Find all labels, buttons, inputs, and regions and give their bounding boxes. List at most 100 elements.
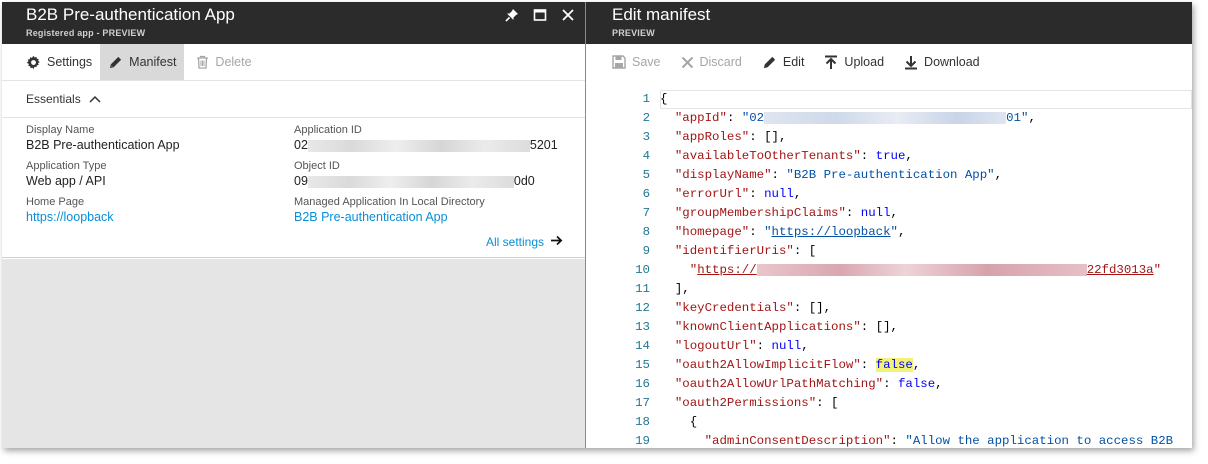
manifest-button[interactable]: Manifest	[100, 44, 185, 80]
redacted-block	[307, 175, 514, 188]
display-name-value: B2B Pre-authentication App	[26, 138, 180, 152]
line-code: {	[660, 92, 668, 106]
line-code: {	[660, 415, 698, 429]
line-number: 3	[642, 130, 650, 144]
maximize-icon[interactable]	[531, 6, 549, 24]
manifest-toolbar: Save Discard Edit Upload Download	[586, 44, 1192, 80]
blade-subtitle: PREVIEW	[612, 28, 655, 38]
application-id-label: Application ID	[294, 124, 362, 136]
line-number: 13	[635, 320, 650, 334]
redacted-block	[307, 139, 530, 152]
line-number: 15	[635, 358, 650, 372]
line-number: 11	[635, 282, 650, 296]
object-id-label: Object ID	[294, 160, 340, 172]
app-id-prefix: "02	[741, 111, 765, 125]
object-id-field: Object ID 09 0d0	[294, 160, 535, 188]
discard-button[interactable]: Discard	[673, 44, 750, 80]
chevron-up-icon	[89, 95, 101, 103]
download-button[interactable]: Download	[896, 44, 988, 80]
line-number: 1	[642, 92, 650, 106]
application-id-field: Application ID 02 5201	[294, 124, 558, 152]
save-icon	[612, 55, 626, 69]
redacted-block	[764, 111, 1007, 124]
oauth2-allow-url-path-matching-line: "oauth2AllowUrlPathMatching": false,	[674, 377, 943, 391]
line-code: "availableToOtherTenants": true,	[660, 147, 913, 166]
discard-icon	[681, 56, 694, 69]
line-number: 4	[642, 149, 650, 163]
managed-app-link[interactable]: B2B Pre-authentication App	[294, 210, 485, 224]
identifier-uri-prefix[interactable]: https://	[697, 263, 757, 277]
delete-button[interactable]: Delete	[188, 44, 259, 80]
identifier-uris-line: "identifierUris": [	[674, 244, 817, 258]
blade-toolbar: Settings Manifest Delete	[2, 44, 585, 81]
line-code: "appId": "02 01",	[674, 111, 1036, 125]
trash-icon	[196, 55, 209, 69]
line-code: "logoutUrl": null,	[660, 337, 809, 356]
upload-button[interactable]: Upload	[816, 44, 892, 80]
oauth2-allow-implicit-flow-key: "oauth2AllowImplicitFlow":	[674, 358, 876, 372]
blade-title-bar: Edit manifest PREVIEW	[586, 2, 1192, 44]
known-client-applications-line: "knownClientApplications": [],	[674, 320, 898, 334]
line-code: "displayName": "B2B Pre-authentication A…	[660, 166, 1002, 185]
managed-app-label: Managed Application In Local Directory	[294, 196, 485, 208]
code-line: 11 ],	[586, 280, 1192, 299]
code-line: 6 "errorUrl": null,	[586, 185, 1192, 204]
homepage-key: "homepage":	[674, 225, 765, 239]
line-number: 14	[635, 339, 650, 353]
empty-blade-area	[2, 259, 585, 448]
homepage-url-link[interactable]: https://loopback	[772, 225, 891, 239]
object-id-value[interactable]: 09 0d0	[294, 174, 535, 188]
identifier-uri-suffix[interactable]: 22fd3013a	[1087, 263, 1154, 277]
home-page-link[interactable]: https://loopback	[26, 210, 114, 224]
code-line: 4 "availableToOtherTenants": true,	[586, 147, 1192, 166]
settings-label: Settings	[47, 55, 93, 69]
code-line: 9 "identifierUris": [	[586, 242, 1192, 261]
code-line: 14 "logoutUrl": null,	[586, 337, 1192, 356]
error-url-line: "errorUrl": null,	[674, 187, 802, 201]
line-number: 8	[642, 225, 650, 239]
oauth2-permissions-line: "oauth2Permissions": [	[674, 396, 839, 410]
code-line: 16 "oauth2AllowUrlPathMatching": false,	[586, 375, 1192, 394]
code-line: 17 "oauth2Permissions": [	[586, 394, 1192, 413]
download-icon	[904, 55, 918, 70]
upload-label: Upload	[844, 55, 885, 69]
all-settings-link[interactable]: All settings	[486, 235, 563, 249]
manifest-code-editor[interactable]: 1{ 2 "appId": "02 01", 3 "appRoles": [], …	[586, 90, 1192, 448]
oauth2-allow-implicit-flow-value[interactable]: false	[875, 358, 913, 372]
line-code: "oauth2AllowUrlPathMatching": false,	[660, 375, 943, 394]
gear-icon	[26, 55, 41, 70]
code-line: 10 "https://22fd3013a"	[586, 261, 1192, 280]
arrow-right-icon	[550, 235, 563, 249]
app-id-suffix: 01"	[1006, 111, 1029, 125]
pin-icon[interactable]	[503, 6, 521, 24]
line-number: 2	[642, 111, 650, 125]
admin-consent-value: "Allow the application to access B2B	[905, 434, 1174, 448]
application-id-suffix: 5201	[529, 138, 558, 152]
edit-button[interactable]: Edit	[754, 44, 813, 80]
essentials-toggle[interactable]: Essentials	[2, 81, 585, 118]
current-line-highlight	[660, 90, 1192, 109]
code-line: 8 "homepage": "https://loopback",	[586, 223, 1192, 242]
code-line: 13 "knownClientApplications": [],	[586, 318, 1192, 337]
line-code: "keyCredentials": [],	[660, 299, 831, 318]
pencil-icon	[108, 55, 123, 70]
line-code: "errorUrl": null,	[660, 185, 801, 204]
display-name-line: "displayName": "B2B Pre-authentication A…	[674, 168, 1003, 182]
delete-label: Delete	[215, 55, 252, 69]
key-credentials-line: "keyCredentials": [],	[674, 301, 832, 315]
managed-app-field: Managed Application In Local Directory B…	[294, 196, 485, 224]
save-button[interactable]: Save	[586, 44, 669, 80]
close-icon[interactable]	[559, 6, 577, 24]
essentials-panel: Display Name B2B Pre-authentication App …	[2, 118, 585, 258]
line-number: 6	[642, 187, 650, 201]
application-id-value[interactable]: 02 5201	[294, 138, 558, 152]
edit-manifest-blade: Edit manifest PREVIEW Save Discard Edit	[586, 2, 1192, 448]
logout-url-line: "logoutUrl": null,	[674, 339, 809, 353]
redacted-block	[756, 263, 1087, 276]
settings-button[interactable]: Settings	[2, 44, 100, 80]
line-number: 18	[635, 415, 650, 429]
display-name-field: Display Name B2B Pre-authentication App	[26, 124, 180, 152]
app-roles-line: "appRoles": [],	[674, 130, 787, 144]
discard-label: Discard	[699, 55, 742, 69]
pencil-icon	[762, 55, 777, 70]
